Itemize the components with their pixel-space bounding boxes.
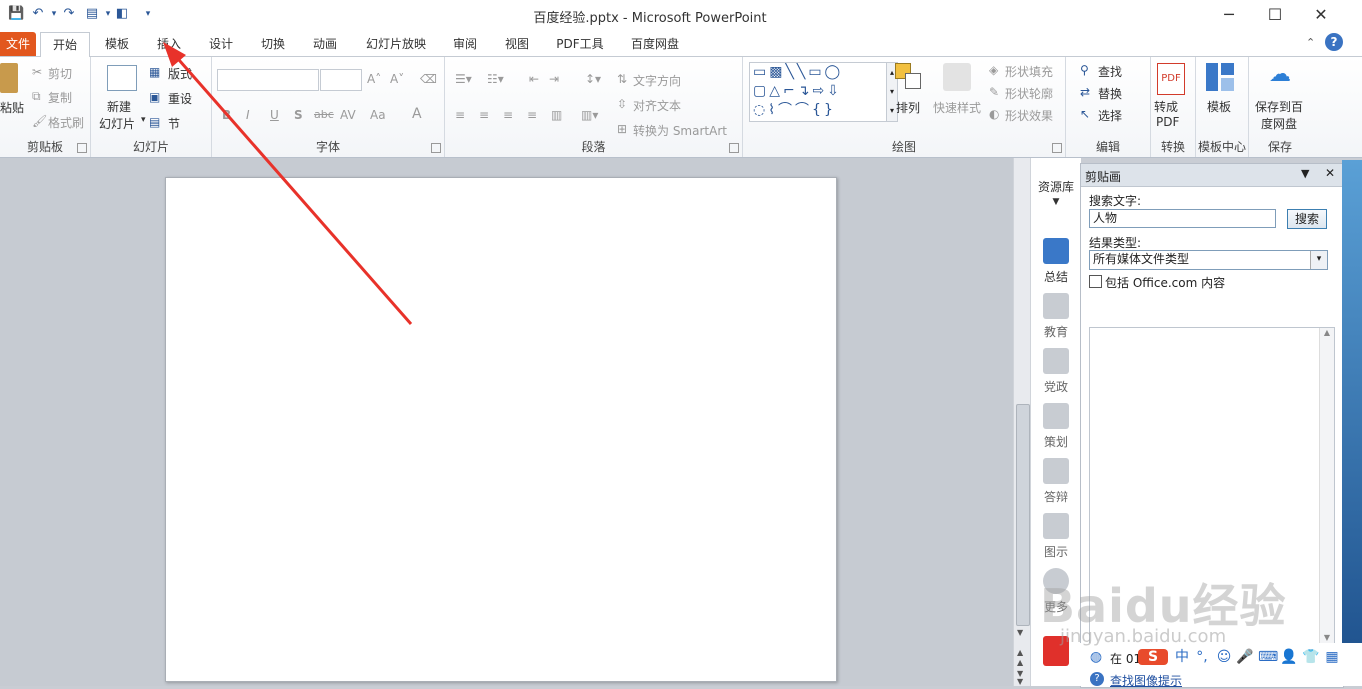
arrow-shaft bbox=[170, 51, 413, 325]
annotation-arrow bbox=[163, 42, 413, 325]
